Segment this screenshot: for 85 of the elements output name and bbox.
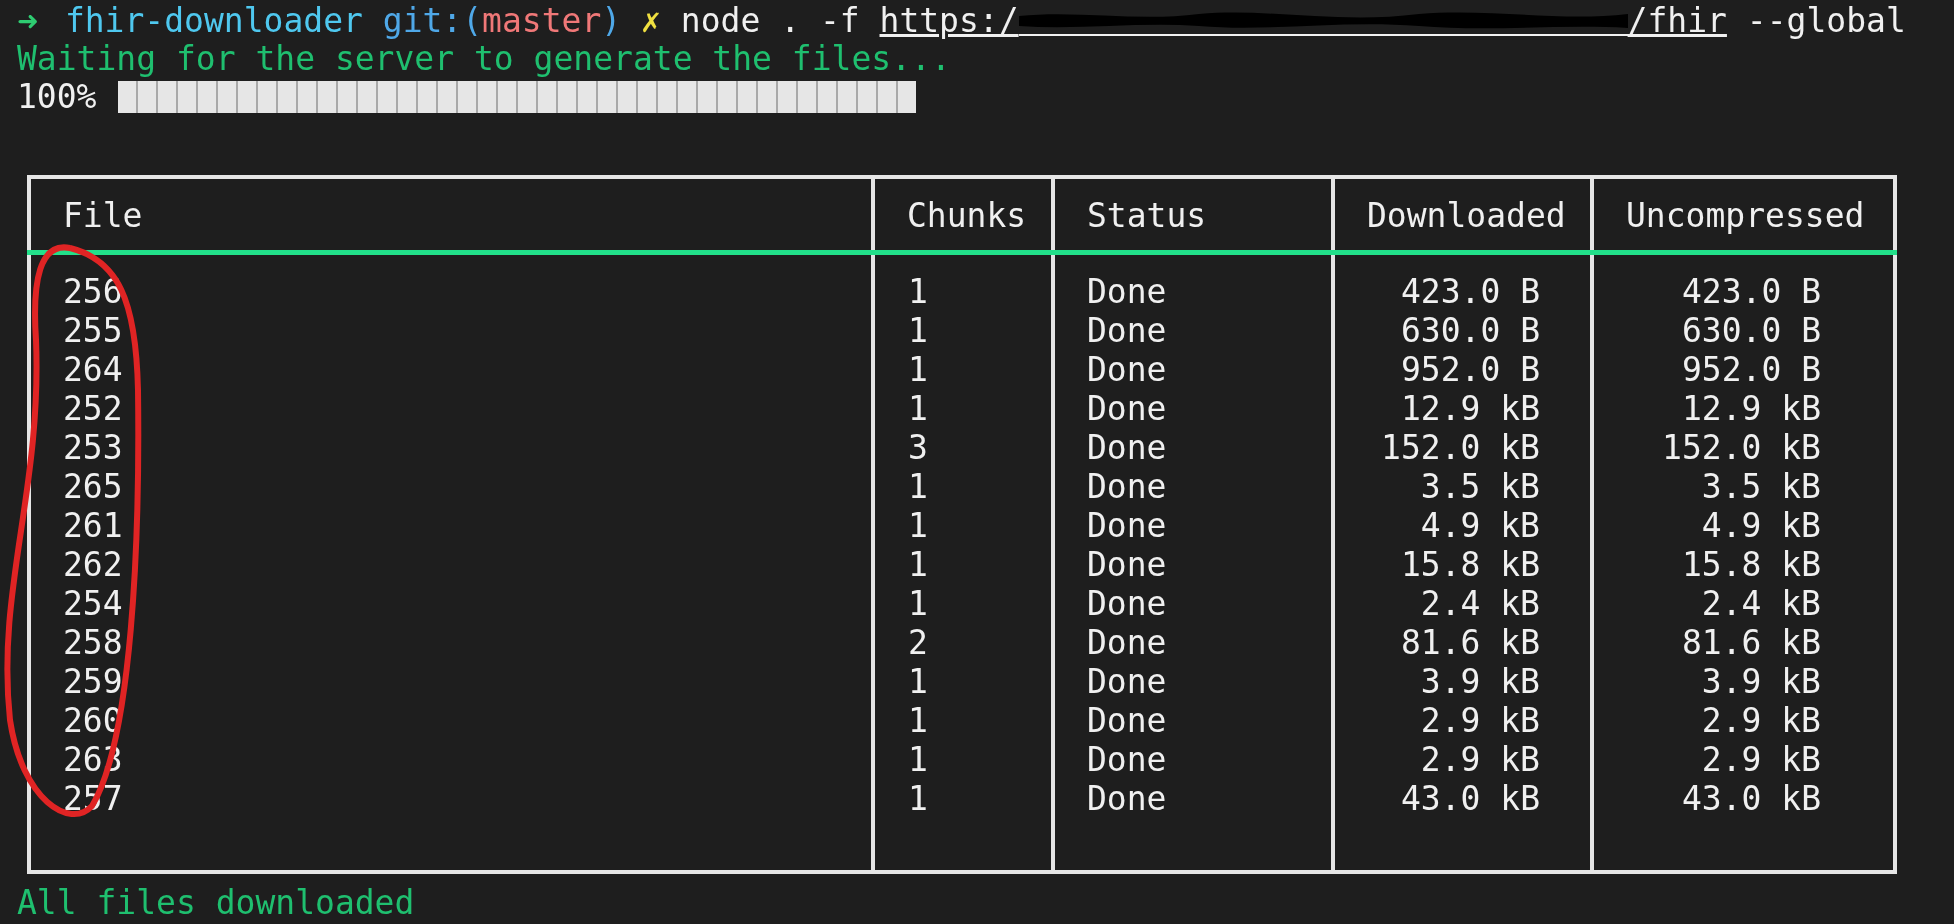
table-cell: 630.0 B <box>1681 311 1821 350</box>
table-cell: 15.8 kB <box>1400 545 1540 584</box>
table-cell: 1 <box>908 701 928 740</box>
table-cell: 81.6 kB <box>1681 623 1821 662</box>
table-cell: 630.0 B <box>1400 311 1540 350</box>
table-cell: 2.4 kB <box>1701 584 1821 623</box>
url-end: /fhir <box>1627 2 1727 40</box>
table-cell: 1 <box>908 662 928 701</box>
table-cell: 152.0 kB <box>1381 428 1540 467</box>
table-cell: 2.9 kB <box>1420 701 1540 740</box>
table-cell: 15.8 kB <box>1681 545 1821 584</box>
table-cell: 1 <box>908 467 928 506</box>
table-cell: 4.9 kB <box>1420 506 1540 545</box>
table-cell: Done <box>1087 428 1167 467</box>
table-cell: Done <box>1087 584 1167 623</box>
table-cell: 256 <box>63 272 123 311</box>
git-label-close: ) <box>601 2 622 40</box>
table-cell: 2.9 kB <box>1701 701 1821 740</box>
table-cell: 3.5 kB <box>1420 467 1540 506</box>
done-message: All files downloaded <box>17 888 416 918</box>
column-header: Downloaded <box>1367 196 1566 235</box>
table-cell: 3.9 kB <box>1420 662 1540 701</box>
progress-percent: 100% <box>17 78 98 116</box>
table-cell: 12.9 kB <box>1400 389 1540 428</box>
table-cell: 43.0 kB <box>1681 779 1821 818</box>
table-cell: 259 <box>63 662 123 701</box>
table-cell: 2.9 kB <box>1701 740 1821 779</box>
table-cell: 423.0 B <box>1400 272 1540 311</box>
table-cell: 1 <box>908 389 928 428</box>
table-cell: Done <box>1087 662 1167 701</box>
table-cell: 1 <box>908 272 928 311</box>
table-cell: Done <box>1087 779 1167 818</box>
table-cell: 3 <box>908 428 928 467</box>
table-cell: 952.0 B <box>1681 350 1821 389</box>
table-cell: 3.9 kB <box>1701 662 1821 701</box>
table-cell: 81.6 kB <box>1400 623 1540 662</box>
table-cell: 261 <box>63 506 123 545</box>
table-cell: 252 <box>63 389 123 428</box>
table-cell: Done <box>1087 467 1167 506</box>
url-start: https:/ <box>879 2 1019 40</box>
table-cell: 152.0 kB <box>1662 428 1821 467</box>
table-cell: Done <box>1087 272 1167 311</box>
flag-text: --global <box>1746 2 1906 40</box>
table-cell: 4.9 kB <box>1701 506 1821 545</box>
dirty-mark: ✗ <box>641 2 661 40</box>
table-cell: Done <box>1087 623 1167 662</box>
table-cell: 1 <box>908 584 928 623</box>
prompt-arrow: ➜ <box>17 5 40 38</box>
table-cell: 423.0 B <box>1681 272 1821 311</box>
table-cell: 264 <box>63 350 123 389</box>
table-cell: 1 <box>908 740 928 779</box>
git-label: git:( <box>382 2 483 40</box>
column-header: Chunks <box>907 196 1027 235</box>
table-cell: 2.9 kB <box>1420 740 1540 779</box>
table-cell: 952.0 B <box>1400 350 1540 389</box>
table-cell: 12.9 kB <box>1681 389 1821 428</box>
table-cell: 258 <box>63 623 123 662</box>
table-cell: 255 <box>63 311 123 350</box>
table-cell: Done <box>1087 311 1167 350</box>
branch-name: master <box>482 2 602 40</box>
table-cell: 43.0 kB <box>1400 779 1540 818</box>
command-text: node . -f <box>680 2 860 40</box>
table-cell: 2 <box>908 623 928 662</box>
table-cell: 3.5 kB <box>1701 467 1821 506</box>
table-cell: 253 <box>63 428 123 467</box>
table-cell: Done <box>1087 389 1167 428</box>
table-cell: Done <box>1087 740 1167 779</box>
table-cell: 262 <box>63 545 123 584</box>
table-cell: Done <box>1087 506 1167 545</box>
table-cell: Done <box>1087 350 1167 389</box>
table-cell: Done <box>1087 701 1167 740</box>
column-header: File <box>63 196 143 235</box>
status-message: Waiting for the server to generate the files... <box>17 40 952 78</box>
directory-name: fhir-downloader <box>64 2 363 40</box>
table-cell: 2.4 kB <box>1420 584 1540 623</box>
table-cell: 1 <box>908 545 928 584</box>
table-cell: 265 <box>63 467 123 506</box>
table-cell: 1 <box>908 779 928 818</box>
table-cell: 1 <box>908 506 928 545</box>
table-cell: 1 <box>908 350 928 389</box>
table-cell: Done <box>1087 545 1167 584</box>
table-cell: 254 <box>63 584 123 623</box>
column-header: Status <box>1087 196 1207 235</box>
column-header: Uncompressed <box>1626 196 1865 235</box>
table-cell: 1 <box>908 311 928 350</box>
